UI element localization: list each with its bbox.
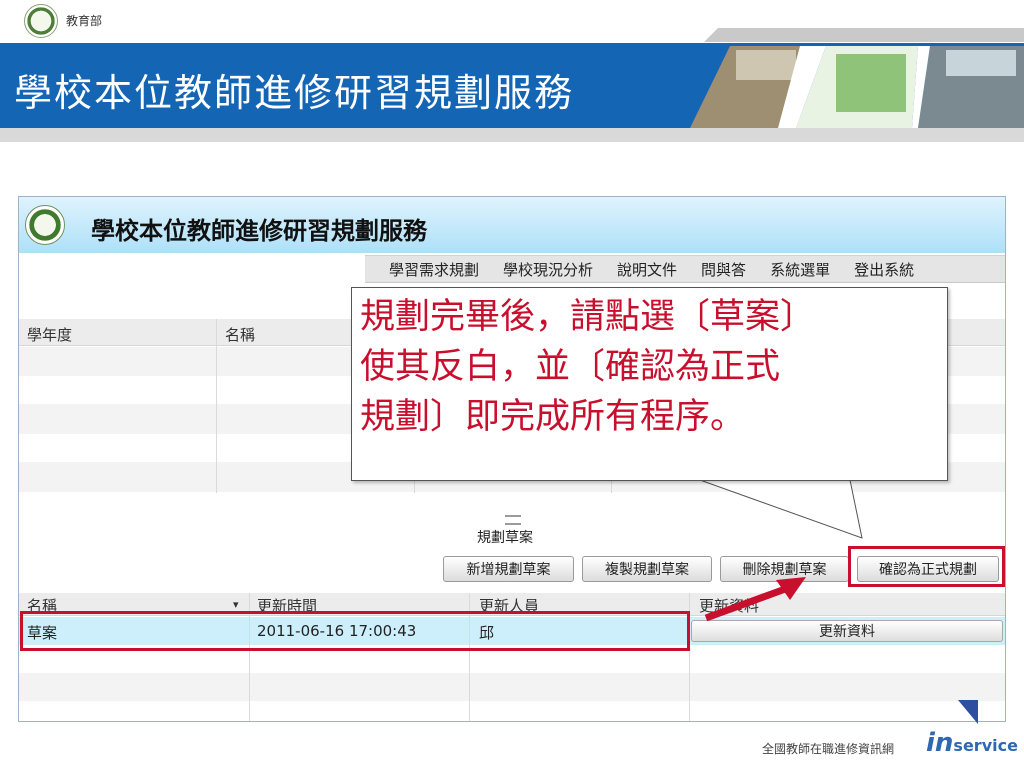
callout-line: 使其反白，並〔確認為正式	[360, 347, 781, 387]
footer-site-name: 全國教師在職進修資訊網	[762, 742, 895, 756]
grey-stripe	[704, 28, 1024, 42]
instruction-callout: 規劃完畢後，請點選〔草案〕 使其反白，並〔確認為正式 規劃〕即完成所有程序。	[351, 287, 948, 481]
sort-desc-icon[interactable]: ▾	[233, 598, 239, 611]
app-logo	[25, 205, 65, 245]
copy-draft-button[interactable]: 複製規劃草案	[582, 556, 712, 582]
app-header: 學校本位教師進修研習規劃服務	[19, 197, 1005, 253]
draft-section-title: 規劃草案	[477, 530, 533, 546]
inservice-logo-suffix: service	[953, 736, 1018, 755]
menu-item-logout[interactable]: 登出系統	[854, 259, 914, 280]
menu-item-needs-planning[interactable]: 學習需求規劃	[389, 259, 479, 280]
highlight-draft-row	[20, 611, 690, 651]
menu-bar: 學習需求規劃 學校現況分析 說明文件 問與答 系統選單 登出系統	[365, 255, 1005, 283]
grey-band	[0, 128, 1024, 142]
ministry-logo	[24, 4, 58, 38]
plan-col-year[interactable]: 學年度	[27, 324, 72, 345]
slide-title: 學校本位教師進修研習規劃服務	[14, 71, 575, 115]
delete-draft-button[interactable]: 刪除規劃草案	[720, 556, 849, 582]
menu-item-faq[interactable]: 問與答	[701, 259, 746, 280]
menu-item-school-analysis[interactable]: 學校現況分析	[503, 259, 593, 280]
menu-item-system-menu[interactable]: 系統選單	[770, 259, 830, 280]
inservice-logo: inservice	[926, 728, 1018, 758]
draft-col-update-data[interactable]: 更新資料	[699, 595, 759, 616]
draft-empty-row	[19, 673, 1005, 701]
corner-decoration	[958, 700, 978, 724]
pane-splitter-handle[interactable]	[505, 515, 521, 525]
add-draft-button[interactable]: 新增規劃草案	[443, 556, 574, 582]
menu-item-documents[interactable]: 說明文件	[617, 259, 677, 280]
plan-col-divider	[216, 319, 217, 493]
inservice-logo-prefix: in	[926, 728, 954, 758]
update-data-button[interactable]: 更新資料	[691, 620, 1003, 642]
callout-text: 規劃完畢後，請點選〔草案〕 使其反白，並〔確認為正式 規劃〕即完成所有程序。	[360, 292, 940, 442]
callout-line: 規劃完畢後，請點選〔草案〕	[360, 297, 816, 337]
ministry-name: 教育部	[66, 14, 103, 28]
callout-line: 規劃〕即完成所有程序。	[360, 397, 746, 437]
plan-col-name[interactable]: 名稱	[225, 324, 255, 345]
draft-empty-row	[19, 701, 1005, 721]
app-title: 學校本位教師進修研習規劃服務	[91, 217, 427, 245]
highlight-confirm-button	[848, 546, 1005, 587]
